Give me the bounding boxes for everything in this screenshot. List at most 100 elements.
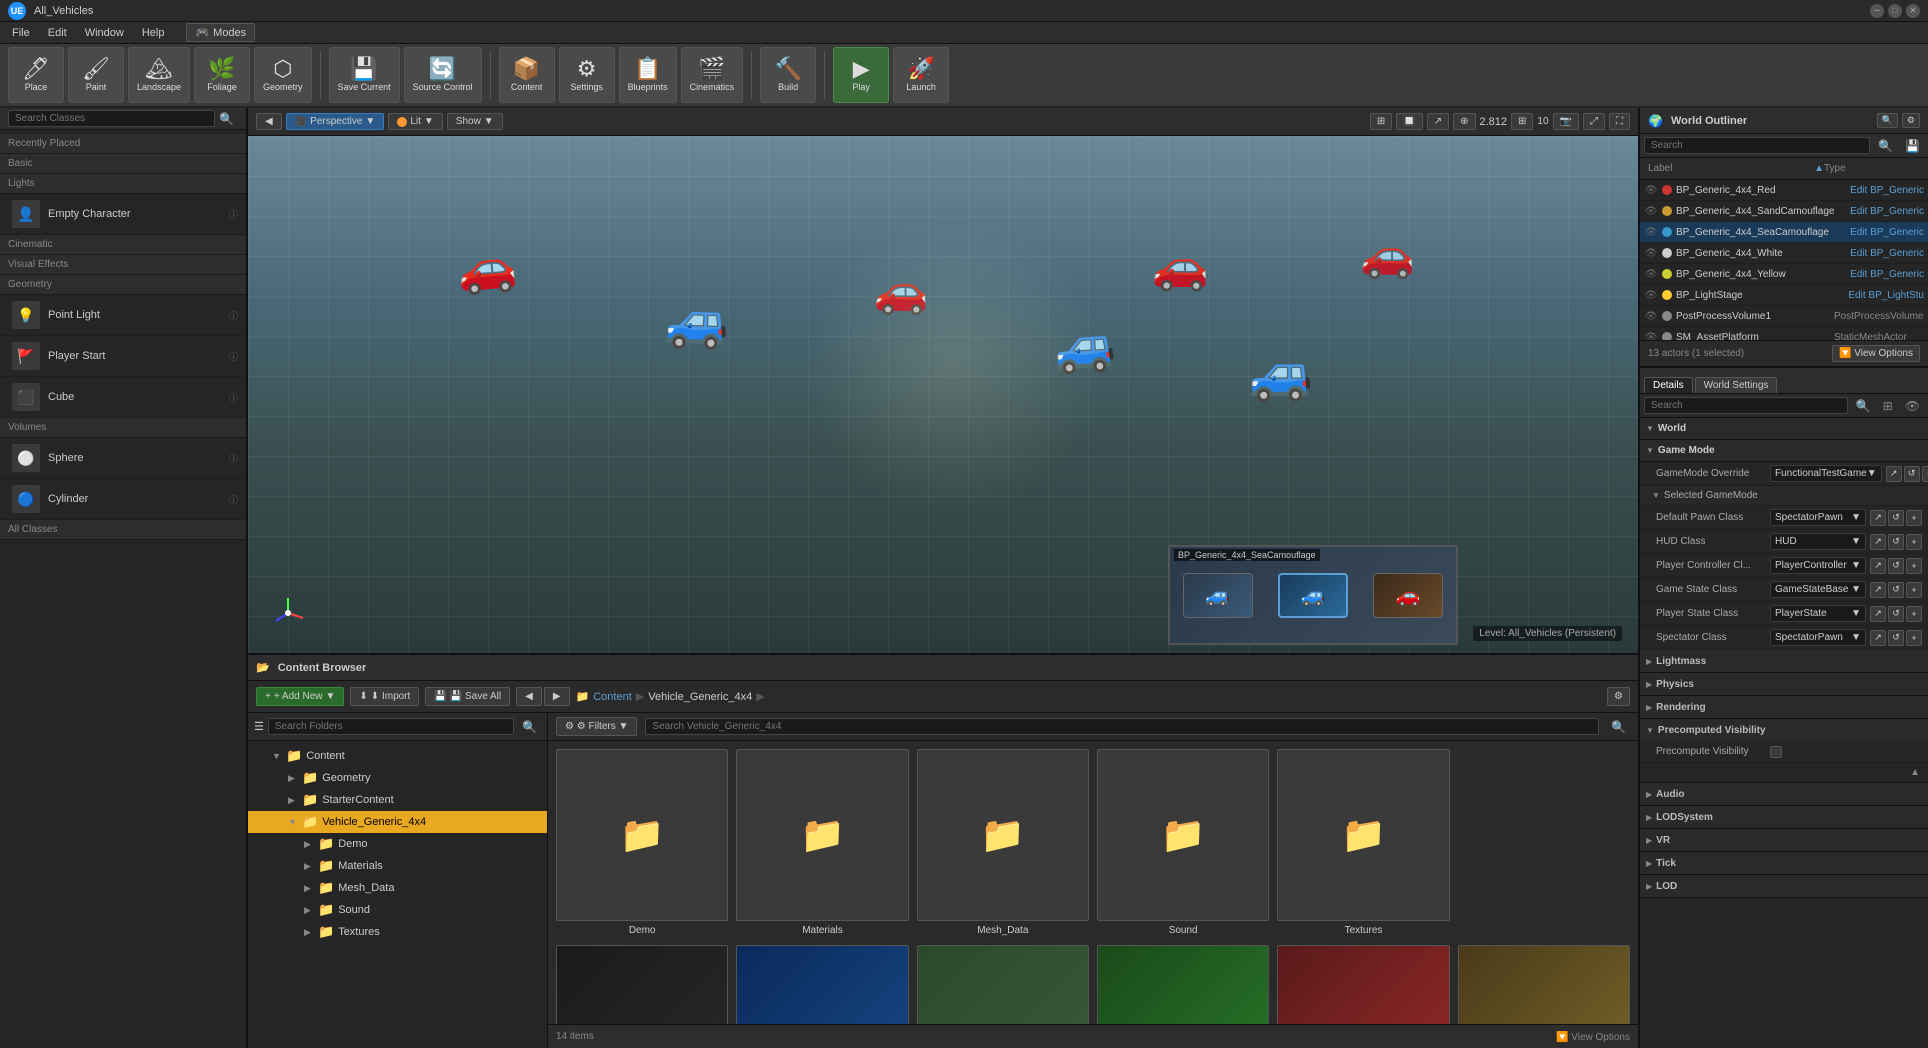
player-state-action-3[interactable]: + [1906,606,1922,622]
vp-align-btn[interactable]: ↗ [1427,113,1449,130]
folder-item-content[interactable]: ▼ 📁 Content [248,745,547,767]
asset-bp-green[interactable]: 🚙 BP_Generic_4x4_Green [1097,945,1269,1024]
placement-item-point-light[interactable]: 💡 Point Light ⓘ [0,295,246,336]
outliner-search-btn[interactable]: 🔍 [1877,113,1898,128]
outliner-item-postprocess[interactable]: 👁 PostProcessVolume1 PostProcessVolume [1640,306,1928,327]
gamemode-action-2[interactable]: ↺ [1904,466,1920,482]
col-label-header[interactable]: Label [1644,163,1814,174]
maximize-button[interactable]: □ [1888,4,1902,18]
cinematics-button[interactable]: 🎬 Cinematics [681,47,744,103]
cb-forward-button[interactable]: ▶ [544,687,570,706]
cube-info[interactable]: ⓘ [229,391,238,404]
outliner-vis-btn-yellow[interactable]: 👁 [1644,267,1658,281]
gamemode-override-value[interactable]: FunctionalTestGame ▼ [1770,465,1882,482]
tab-world-settings[interactable]: World Settings [1695,377,1778,393]
lit-btn[interactable]: Lit ▼ [388,113,442,130]
add-new-button[interactable]: + + Add New ▼ [256,687,344,706]
hud-action-1[interactable]: ↗ [1870,534,1886,550]
asset-folder-materials[interactable]: 📁 Materials [736,749,908,937]
outliner-edit-yellow[interactable]: Edit BP_Generic [1850,269,1924,280]
cb-content-area[interactable]: 📁 Demo 📁 Materials 📁 Mesh_Data [548,741,1638,1024]
col-type-header[interactable]: Type [1824,163,1924,174]
details-search-input[interactable] [1644,397,1848,414]
tab-details[interactable]: Details [1644,377,1693,393]
vp-camera-btn[interactable]: 📷 [1553,113,1579,130]
category-visual-effects[interactable]: Visual Effects [0,255,246,275]
game-state-action-2[interactable]: ↺ [1888,582,1904,598]
rendering-header[interactable]: ▶ Rendering [1640,696,1928,718]
asset-folder-textures[interactable]: 📁 Textures [1277,749,1449,937]
outliner-vis-btn-white[interactable]: 👁 [1644,246,1658,260]
category-basic[interactable]: Basic [0,154,246,174]
menu-file[interactable]: File [4,25,38,41]
placement-item-empty-character[interactable]: 👤 Empty Character ⓘ [0,194,246,235]
vr-header[interactable]: ▶ VR [1640,829,1928,851]
placement-item-player-start[interactable]: 🚩 Player Start ⓘ [0,336,246,377]
details-search-btn[interactable]: 🔍 [1852,399,1875,413]
category-lights[interactable]: Lights [0,174,246,194]
gamemode-action-1[interactable]: ↗ [1886,466,1902,482]
lod-header[interactable]: ▶ LOD [1640,875,1928,897]
build-button[interactable]: 🔨 Build [760,47,816,103]
blueprints-button[interactable]: 📋 Blueprints [619,47,677,103]
menu-edit[interactable]: Edit [40,25,75,41]
outliner-vis-btn-sea[interactable]: 👁 [1644,225,1658,239]
content-button[interactable]: 📦 Content [499,47,555,103]
hud-action-3[interactable]: + [1906,534,1922,550]
toolbar-geometry-mode[interactable]: ⬡ Geometry [254,47,312,103]
launch-button[interactable]: 🚀 Launch [893,47,949,103]
folder-item-materials[interactable]: ▶ 📁 Materials [248,855,547,877]
player-controller-value[interactable]: PlayerController ▼ [1770,557,1866,574]
cb-view-options[interactable]: 🔽 View Options [1556,1031,1630,1043]
details-eye-btn[interactable]: 👁 [1901,399,1924,413]
asset-bp-forest[interactable]: 🚙 BP_Generic_4x4_Forest Camouflage [917,945,1089,1024]
cb-settings-button[interactable]: ⚙ [1607,687,1630,706]
asset-bp-red[interactable]: 🚙 BP_Generic_4x4_Red [1277,945,1449,1024]
outliner-edit-sandcamo[interactable]: Edit BP_Generic [1850,206,1924,217]
outliner-vis-btn-sm[interactable]: 👁 [1644,330,1658,340]
folder-item-mesh-data[interactable]: ▶ 📁 Mesh_Data [248,877,547,899]
placement-item-cylinder[interactable]: 🔵 Cylinder ⓘ [0,479,246,520]
asset-folder-mesh-data[interactable]: 📁 Mesh_Data [917,749,1089,937]
game-state-action-1[interactable]: ↗ [1870,582,1886,598]
viewport-nav-btn[interactable]: ◀ [256,113,282,130]
outliner-item-bp-sandcamo[interactable]: 👁 BP_Generic_4x4_SandCamouflage Edit BP_… [1640,201,1928,222]
player-ctrl-action-2[interactable]: ↺ [1888,558,1904,574]
outliner-search-btn2[interactable]: 🔍 [1874,139,1897,153]
vp-grid-btn[interactable]: ⊞ [1511,113,1533,130]
folder-item-demo[interactable]: ▶ 📁 Demo [248,833,547,855]
outliner-search-input[interactable] [1644,137,1870,154]
viewport-canvas[interactable]: 🚗 🚙 🚗 🚙 🚗 🚙 🚗 [248,136,1638,653]
outliner-item-bp-white[interactable]: 👁 BP_Generic_4x4_White Edit BP_Generic [1640,243,1928,264]
sphere-info[interactable]: ⓘ [229,452,238,465]
tick-header[interactable]: ▶ Tick [1640,852,1928,874]
menu-help[interactable]: Help [134,25,173,41]
play-button[interactable]: ▶ Play [833,47,889,103]
asset-bp-black[interactable]: 🚙 BP_Generic_4x4_Black [556,945,728,1024]
vp-wireframe-btn[interactable]: ⊞ [1370,113,1392,130]
outliner-view-options-button[interactable]: 🔽 View Options [1832,345,1920,362]
placement-item-sphere[interactable]: ⚪ Sphere ⓘ [0,438,246,479]
asset-bp-blue[interactable]: 🚙 BP_Generic_4x4_Blue [736,945,908,1024]
outliner-save-btn[interactable]: 💾 [1901,139,1924,153]
outliner-edit-lightstage[interactable]: Edit BP_LightStu [1848,290,1924,301]
spectator-value[interactable]: SpectatorPawn ▼ [1770,629,1866,646]
outliner-item-bp-yellow[interactable]: 👁 BP_Generic_4x4_Yellow Edit BP_Generic [1640,264,1928,285]
outliner-item-lightstage[interactable]: 👁 BP_LightStage Edit BP_LightStu [1640,285,1928,306]
cb-back-button[interactable]: ◀ [516,687,542,706]
game-state-action-3[interactable]: + [1906,582,1922,598]
cb-search-input[interactable] [645,718,1599,735]
placement-item-cube[interactable]: ⬛ Cube ⓘ [0,377,246,418]
default-pawn-action-1[interactable]: ↗ [1870,510,1886,526]
gamemode-action-3[interactable]: + [1922,466,1928,482]
spectator-action-1[interactable]: ↗ [1870,630,1886,646]
toolbar-foliage-mode[interactable]: 🌿 Foliage [194,47,250,103]
player-start-info[interactable]: ⓘ [229,350,238,363]
hud-action-2[interactable]: ↺ [1888,534,1904,550]
menu-window[interactable]: Window [77,25,132,41]
search-classes-button[interactable]: 🔍 [215,112,238,126]
vp-immersive-btn[interactable]: ⛶ [1609,113,1630,130]
close-button[interactable]: ✕ [1906,4,1920,18]
asset-folder-sound[interactable]: 📁 Sound [1097,749,1269,937]
vp-snap-btn[interactable]: 🔲 [1396,113,1422,130]
